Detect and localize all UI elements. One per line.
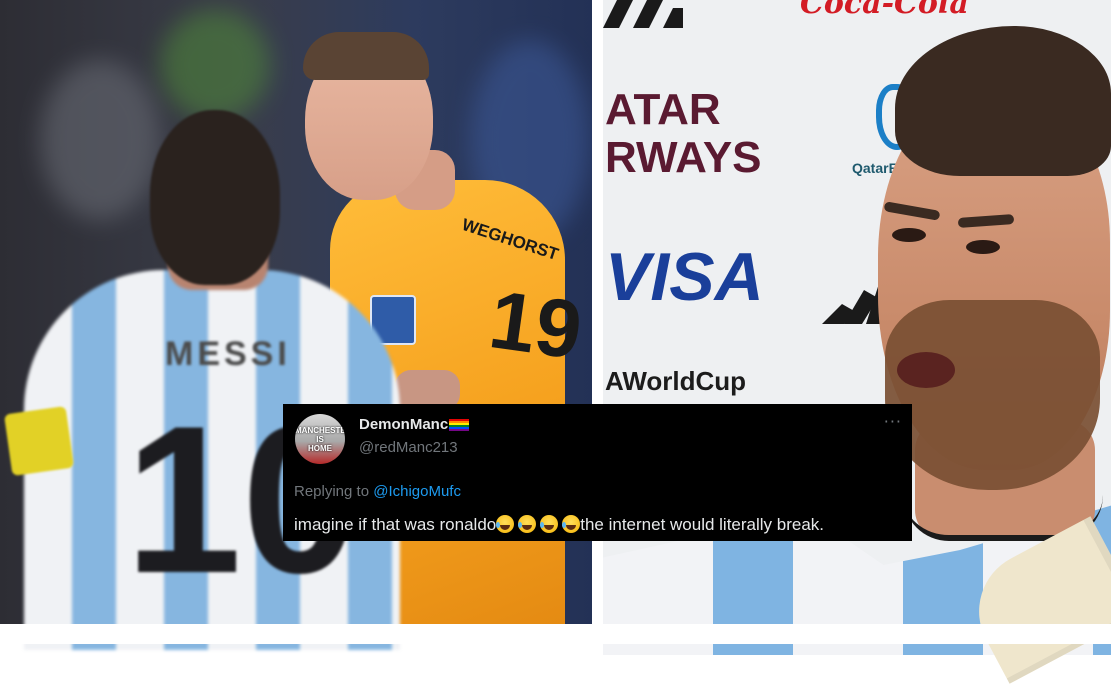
right-eye [966,240,1000,254]
background-bokeh [40,60,160,220]
orange-jersey-number: 19 [484,274,588,377]
author-display-name[interactable]: DemonManc [359,416,448,433]
fifa-world-cup-logo: AWorldCup [605,366,747,396]
laughing-emoji-icon [518,515,537,533]
avatar[interactable]: MANCHESTER IS HOME [295,414,345,464]
tweet-text-part1: imagine if that was ronaldo [294,515,497,534]
tweet-text-part2: the internet would literally break. [580,515,825,534]
laughing-emoji-icon [540,515,559,533]
laughing-emoji-icon [496,515,515,533]
orange-player-hair [303,32,429,80]
tweet-card[interactable]: MANCHESTER IS HOME DemonManc @redManc213… [283,404,912,541]
background-bokeh [160,10,270,120]
qatar-airways-line2: RWAYS [605,133,762,182]
replying-to-line: Replying to @IchigoMufc [294,483,461,500]
back-player-head [150,110,280,285]
replying-to-prefix: Replying to [294,483,370,500]
more-options-icon[interactable]: ··· [884,412,902,431]
qatar-airways-logo: ATAR RWAYS [605,86,762,182]
avatar-text-line2: HOME [308,444,332,453]
laughing-emoji-icon [562,515,581,533]
author-handle[interactable]: @redManc213 [359,439,458,456]
coca-cola-logo: Coca-Cola [800,0,969,21]
man-beard [885,300,1100,490]
man-mouth [897,352,955,388]
tweet-author-row: DemonManc [359,416,470,433]
avatar-text: MANCHESTER IS HOME [295,426,345,453]
bottom-border [0,624,1111,644]
white-jersey-name: MESSI [165,335,291,373]
avatar-text-line1: MANCHESTER IS [295,426,345,444]
left-eye [892,228,926,242]
qatar-airways-line1: ATAR [605,85,721,134]
captain-armband [3,405,75,477]
adidas-logo-icon [603,0,683,28]
visa-logo: VISA [605,239,764,315]
replying-to-link[interactable]: @IchigoMufc [373,483,461,500]
tweet-text: imagine if that was ronaldo the internet … [294,515,824,535]
rainbow-flag-icon [449,418,470,431]
